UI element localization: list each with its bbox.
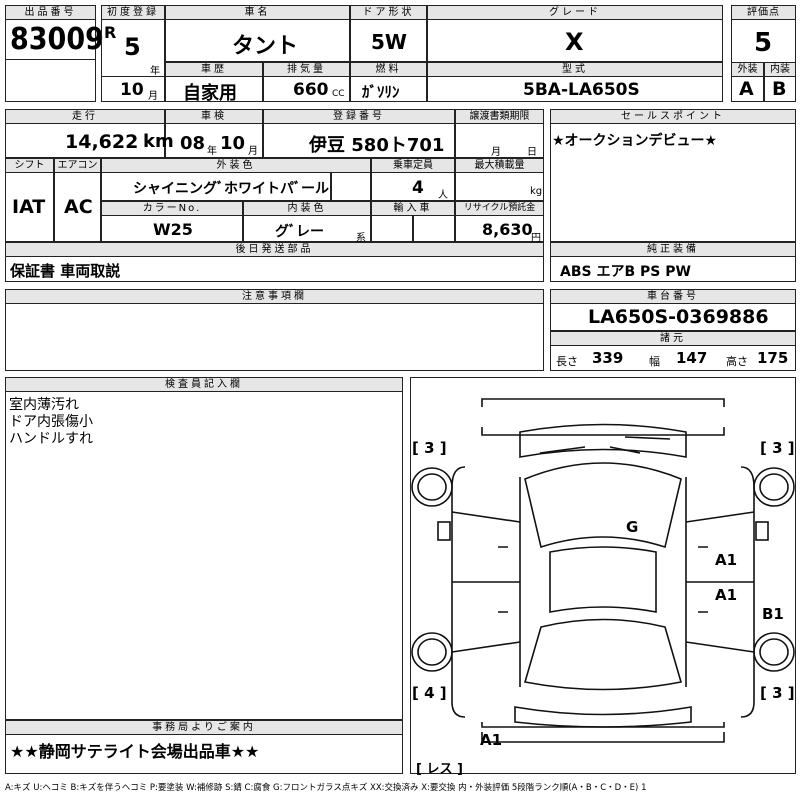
height-label: 高さ <box>726 355 748 368</box>
door-header: ドア形状 <box>350 5 427 20</box>
import-header: 輸入車 <box>371 201 455 216</box>
max-load-header: 最大積載量 <box>455 158 544 173</box>
era-mark: R <box>104 23 117 42</box>
history-header: 車歴 <box>165 62 263 77</box>
notes-header: 注意事項欄 <box>5 289 544 304</box>
mileage-header: 走行 <box>5 109 165 124</box>
chassis-header: 車台番号 <box>550 289 796 304</box>
plate-header: 登録番号 <box>263 109 455 124</box>
damage-mark: [ 3 ] <box>760 684 795 702</box>
interior-grade: B <box>772 78 787 100</box>
person-unit: 人 <box>438 190 448 201</box>
damage-mark: [ 3 ] <box>760 439 795 457</box>
recycle-header: リサイクル預託金 <box>455 201 544 216</box>
first-reg-header: 初度登録 <box>101 5 165 20</box>
displacement-value: 660 <box>293 80 329 100</box>
inspector-header: 検査員記入欄 <box>5 377 403 392</box>
lot-number-header: 出品番号 <box>5 5 96 20</box>
ac-header: エアコン <box>54 158 101 173</box>
damage-mark: [ レス ] <box>416 762 463 777</box>
score-header: 評価点 <box>731 5 796 20</box>
damage-mark: [ 4 ] <box>412 684 447 702</box>
width-value: 147 <box>676 349 708 367</box>
damage-mark: [ 3 ] <box>412 439 447 457</box>
height-value: 175 <box>757 349 789 367</box>
specs-header: 諸元 <box>550 331 796 346</box>
transfer-header: 譲渡書類期限 <box>455 109 544 124</box>
car-diagram-drawing <box>411 398 795 743</box>
legend-footer: A:キズ U:ヘコミ B:キズを伴うヘコミ P:要塗装 W:補修跡 S:錆 C:… <box>5 783 647 793</box>
interior-header: 内装 <box>764 62 796 77</box>
car-name: タント <box>232 34 299 59</box>
int-color-header: 内装色 <box>243 201 371 216</box>
exterior-grade: A <box>739 78 754 100</box>
inspector-note: ハンドルすれ <box>9 431 93 447</box>
fuel-value: ｶﾞｿﾘﾝ <box>362 83 400 101</box>
fuel-header: 燃料 <box>350 62 427 77</box>
grade-value: X <box>565 28 584 56</box>
inspection-header: 車検 <box>165 109 263 124</box>
capacity-value: 4 <box>412 178 424 198</box>
kg-unit: kg <box>530 186 543 197</box>
sales-point-value: ★オークションデビュー★ <box>552 133 718 149</box>
transfer-month: 月 <box>491 147 501 158</box>
reg-year: 5 <box>124 33 141 61</box>
lot-number: 83009 <box>10 22 104 57</box>
insp-month-unit: 月 <box>248 146 258 157</box>
length-label: 長さ <box>556 355 578 368</box>
damage-mark: A1 <box>715 586 738 604</box>
inspection-year: 08 <box>180 133 206 154</box>
lot-blank <box>5 59 96 102</box>
damage-mark: A1 <box>480 731 503 749</box>
reg-month-unit: 月 <box>148 91 158 102</box>
cc-unit: CC <box>332 89 345 99</box>
ext-color-header: 外装色 <box>101 158 371 173</box>
reg-month: 10 <box>120 80 144 100</box>
damage-mark: G <box>626 518 639 536</box>
insp-year-unit: 年 <box>207 146 217 157</box>
import-cell-b <box>413 215 455 242</box>
equipment-header: 純正装備 <box>550 242 796 257</box>
equipment-value: ABS エアB PS PW <box>560 264 691 280</box>
office-message: ★★静岡サテライト会場出品車★★ <box>10 742 260 761</box>
sales-point-header: セールスポイント <box>550 109 796 124</box>
mileage-value: 14,622 <box>65 131 139 153</box>
import-cell-a <box>371 215 413 242</box>
plate-number: 伊豆 580ト701 <box>309 135 445 156</box>
capacity-header: 乗車定員 <box>371 158 455 173</box>
ext-color-extra <box>331 172 371 201</box>
grade-header: グレード <box>427 5 723 20</box>
recycle-value: 8,630 <box>482 220 533 239</box>
car-name-header: 車名 <box>165 5 350 20</box>
int-color-value: グﾞレー <box>275 224 324 240</box>
transfer-day: 日 <box>527 147 537 158</box>
damage-mark: B1 <box>762 605 784 623</box>
damage-mark: A1 <box>715 551 738 569</box>
later-parts-value: 保証書 車両取説 <box>10 262 121 280</box>
exterior-header: 外装 <box>731 62 764 77</box>
length-value: 339 <box>592 349 624 367</box>
model-header: 型式 <box>427 62 723 77</box>
color-no-value: W25 <box>153 220 193 239</box>
later-parts-header: 後日発送部品 <box>5 242 544 257</box>
reg-year-unit: 年 <box>150 66 160 77</box>
history-value: 自家用 <box>183 83 237 104</box>
notes-cell <box>5 303 544 371</box>
ext-color-value: シャイニングﾞホワイトパﾞール <box>133 181 329 197</box>
door-type: 5W <box>371 30 407 54</box>
shift-header: シフト <box>5 158 54 173</box>
ac-value: AC <box>64 196 93 218</box>
chassis-value: LA650S-0369886 <box>588 306 769 328</box>
inspection-month: 10 <box>220 133 246 154</box>
color-no-header: カラーNo. <box>101 201 243 216</box>
displacement-header: 排気量 <box>263 62 350 77</box>
km-unit: km <box>143 131 174 152</box>
shift-value: IAT <box>12 196 46 218</box>
overall-score: 5 <box>754 28 773 58</box>
width-label: 幅 <box>649 355 660 368</box>
model-value: 5BA-LA650S <box>523 80 640 100</box>
office-header: 事務局よりご案内 <box>5 720 403 735</box>
